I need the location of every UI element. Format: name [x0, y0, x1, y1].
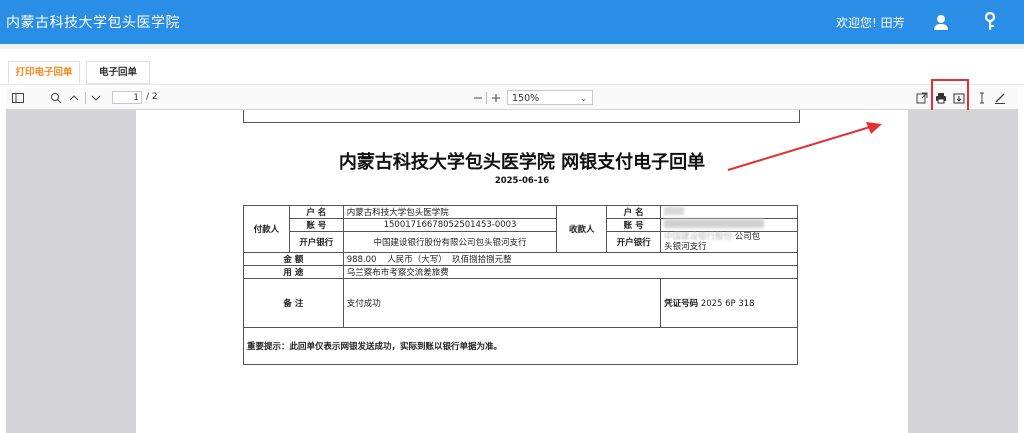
purpose-label: 用 途 — [243, 265, 344, 279]
text-cursor-icon[interactable] — [976, 92, 988, 104]
payer-bank: 中国建设银行股份有限公司包头银河支行 — [342, 231, 558, 253]
payee-bank-part-a: 中国建设银行股份 — [664, 232, 733, 242]
chevron-down-icon: ⌄ — [580, 94, 587, 103]
payee-bank-part-b: 公司包 — [734, 232, 761, 242]
header-divider — [0, 44, 1024, 49]
zoom-out-icon[interactable] — [472, 92, 484, 104]
payer-name-label: 户 名 — [288, 205, 344, 219]
payee-bank-part-c: 头银河支行 — [664, 242, 707, 252]
remark-label: 备 注 — [243, 278, 344, 328]
open-external-icon[interactable] — [916, 92, 928, 104]
voucher-label: 凭证号码 — [664, 299, 699, 309]
toolbar-separator — [85, 92, 86, 104]
purpose-value: 乌兰察布市考察交流差旅费 — [342, 265, 799, 279]
search-icon[interactable] — [50, 92, 62, 104]
app-title: 内蒙古科技大学包头医学院 — [6, 15, 180, 31]
payee-label: 收款人 — [556, 205, 608, 253]
payer-account-label: 账 号 — [288, 218, 344, 232]
previous-receipt-bottom — [243, 110, 800, 123]
tab-divider — [0, 84, 1024, 85]
payer-bank-label: 开户银行 — [288, 231, 344, 253]
payee-bank-label: 开户银行 — [606, 231, 662, 253]
page-count: / 2 — [146, 92, 158, 102]
remark-value: 支付成功 — [342, 278, 662, 328]
payer-account: 15001716678052501453-0003 — [342, 218, 558, 232]
payee-name-label: 户 名 — [606, 205, 662, 219]
toolbar-separator — [486, 92, 487, 104]
top-bar: 内蒙古科技大学包头医学院 欢迎您! 田芳 — [0, 0, 1024, 44]
receipt-date: 2025-06-16 — [494, 176, 550, 186]
payee-name — [660, 205, 798, 219]
zoom-in-icon[interactable] — [490, 92, 502, 104]
payer-label: 付款人 — [243, 205, 290, 253]
pen-icon[interactable] — [994, 92, 1006, 104]
page-number-input[interactable]: 1 — [112, 91, 142, 104]
sidebar-toggle-icon[interactable] — [12, 92, 24, 104]
zoom-value: 150% — [512, 93, 540, 104]
redaction-blur — [664, 219, 765, 228]
redaction-blur — [664, 206, 685, 215]
payee-account-label: 账 号 — [606, 218, 662, 232]
next-page-icon[interactable] — [90, 92, 102, 104]
voucher-value: 2025 6P 318 — [700, 299, 755, 309]
welcome-text: 欢迎您! 田芳 — [836, 16, 905, 30]
previous-page-icon[interactable] — [68, 92, 80, 104]
receipt-table: 付款人 户 名 内蒙古科技大学包头医学院 收款人 户 名 账 号 1500171… — [243, 205, 799, 365]
red-arrow — [727, 122, 882, 171]
key-icon[interactable] — [983, 12, 997, 32]
payee-account — [660, 218, 798, 232]
user-icon[interactable] — [932, 13, 950, 31]
voucher-number: 凭证号码 2025 6P 318 — [660, 278, 798, 328]
amount-value: 988.00 人民币（大写） 玖佰捌拾捌元整 — [342, 252, 799, 266]
pdf-toolbar: 1 / 2 150% ⌄ — [6, 88, 1018, 110]
amount-label: 金 额 — [243, 252, 344, 266]
zoom-select[interactable]: 150% ⌄ — [507, 90, 593, 105]
payer-name: 内蒙古科技大学包头医学院 — [342, 205, 558, 219]
tab-electronic-receipt[interactable]: 电子回单 — [86, 61, 150, 84]
tab-print-receipt[interactable]: 打印电子回单 — [8, 61, 80, 84]
payee-bank: 中国建设银行股份 公司包 头银河支行 — [660, 231, 798, 253]
notice: 重要提示：此回单仅表示网银发送成功，实际到账以银行单据为准。 — [243, 327, 798, 365]
